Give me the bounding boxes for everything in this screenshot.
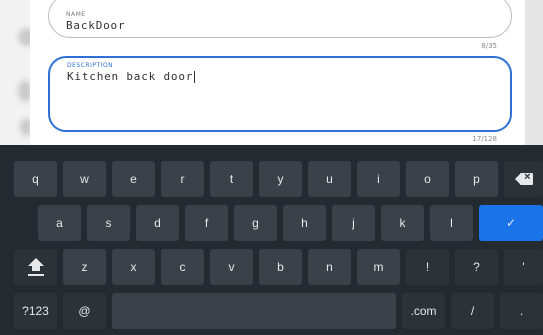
key-z[interactable]: z xyxy=(63,249,106,285)
shift-key[interactable] xyxy=(14,249,57,285)
at-key[interactable]: @ xyxy=(63,293,106,329)
key-r[interactable]: r xyxy=(161,161,204,197)
description-field[interactable]: DESCRIPTION Kitchen back door xyxy=(48,56,512,132)
key-d[interactable]: d xyxy=(136,205,179,241)
key-m[interactable]: m xyxy=(357,249,400,285)
backspace-icon: × xyxy=(514,171,533,185)
space-key[interactable] xyxy=(112,293,396,329)
name-value: BackDoor xyxy=(66,19,126,32)
key-w[interactable]: w xyxy=(63,161,106,197)
key-b[interactable]: b xyxy=(259,249,302,285)
name-field[interactable]: NAME BackDoor xyxy=(48,0,512,38)
background-right-edge xyxy=(525,0,543,145)
key-s[interactable]: s xyxy=(87,205,130,241)
backspace-key[interactable]: × xyxy=(504,161,543,197)
description-label: DESCRIPTION xyxy=(67,62,114,69)
key-f[interactable]: f xyxy=(185,205,228,241)
key-y[interactable]: y xyxy=(259,161,302,197)
key-e[interactable]: e xyxy=(112,161,155,197)
text-caret xyxy=(194,71,196,83)
key-x[interactable]: x xyxy=(112,249,155,285)
key-question[interactable]: ? xyxy=(455,249,498,285)
key-v[interactable]: v xyxy=(210,249,253,285)
key-j[interactable]: j xyxy=(332,205,375,241)
shift-icon xyxy=(27,258,44,276)
key-k[interactable]: k xyxy=(381,205,424,241)
description-counter: 17/128 xyxy=(472,135,497,143)
key-i[interactable]: i xyxy=(357,161,400,197)
key-o[interactable]: o xyxy=(406,161,449,197)
dotcom-key[interactable]: .com xyxy=(402,293,445,329)
enter-key[interactable]: ✓ xyxy=(479,205,543,241)
key-apostrophe[interactable]: ' xyxy=(504,249,543,285)
slash-key[interactable]: / xyxy=(451,293,494,329)
key-g[interactable]: g xyxy=(234,205,277,241)
name-counter: 8/35 xyxy=(481,42,497,50)
key-exclamation[interactable]: ! xyxy=(406,249,449,285)
key-l[interactable]: l xyxy=(430,205,473,241)
key-h[interactable]: h xyxy=(283,205,326,241)
key-n[interactable]: n xyxy=(308,249,351,285)
form-card: NAME BackDoor 8/35 DESCRIPTION Kitchen b… xyxy=(30,0,525,145)
key-q[interactable]: q xyxy=(14,161,57,197)
name-label: NAME xyxy=(66,11,86,18)
key-c[interactable]: c xyxy=(161,249,204,285)
period-key[interactable]: . xyxy=(500,293,543,329)
key-u[interactable]: u xyxy=(308,161,351,197)
description-value: Kitchen back door xyxy=(67,70,194,83)
description-value-wrap: Kitchen back door xyxy=(67,70,196,83)
key-a[interactable]: a xyxy=(38,205,81,241)
key-p[interactable]: p xyxy=(455,161,498,197)
symbols-key[interactable]: ?123 xyxy=(14,293,57,329)
key-t[interactable]: t xyxy=(210,161,253,197)
on-screen-keyboard: q w e r t y u i o p × a s d f g h j k l … xyxy=(0,145,543,335)
